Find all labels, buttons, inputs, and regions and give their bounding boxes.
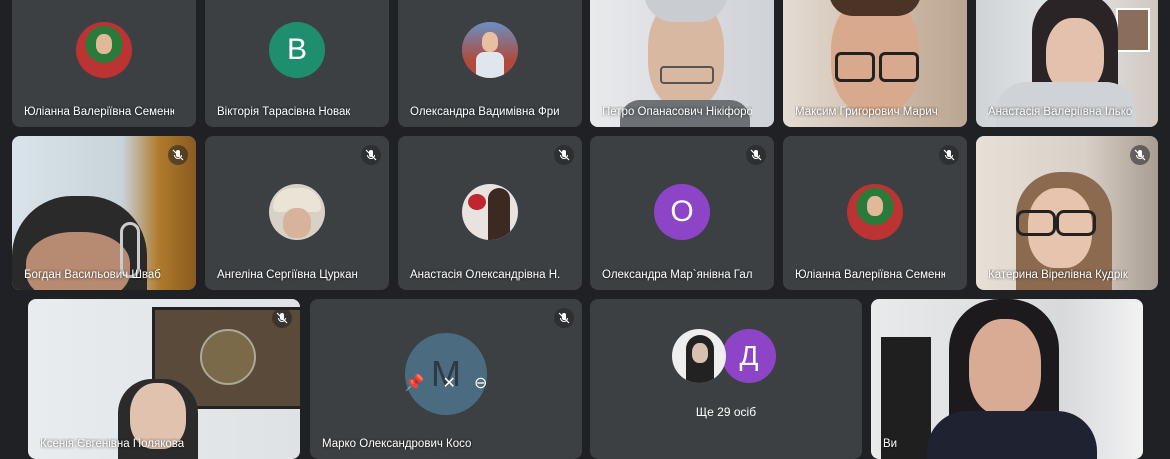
mic-off-icon: [272, 308, 292, 328]
participant-name: Ксенія Євгенівна Полякова: [40, 438, 185, 450]
participant-name: Олександра Вадимівна Фри...: [410, 106, 560, 118]
mic-off-icon[interactable]: ✕: [443, 373, 456, 393]
participant-name: Петро Опанасович Нікіфоров: [602, 106, 752, 118]
tile-hover-controls: 📌 ✕ ⊖: [405, 373, 488, 393]
participant-avatar: [462, 184, 518, 240]
mic-off-icon: [554, 308, 574, 328]
participant-name: Юліанна Валеріївна Семенюк: [24, 106, 174, 118]
participant-avatar: О: [654, 184, 710, 240]
participant-name: Анастасія Олександрівна Н...: [410, 269, 560, 281]
participant-tile[interactable]: Максим Григорович Марич: [783, 0, 967, 127]
participant-avatar: В: [269, 22, 325, 78]
participant-tile[interactable]: Юліанна Валеріївна Семенюк: [12, 0, 196, 127]
participant-tile[interactable]: О Олександра Мар`янівна Галі...: [590, 136, 774, 290]
participant-name: Максим Григорович Марич: [795, 106, 938, 118]
participant-tile[interactable]: М 📌 ✕ ⊖ Марко Олександрович Косован: [310, 299, 582, 459]
participant-name: Юліанна Валеріївна Семенюк: [795, 269, 945, 281]
mic-off-icon: [1130, 145, 1150, 165]
participant-name: Олександра Мар`янівна Галі...: [602, 269, 752, 281]
mic-off-icon: [361, 145, 381, 165]
participant-tile[interactable]: Анастасія Валеріївна Ілько: [976, 0, 1158, 127]
mic-off-icon: [554, 145, 574, 165]
mic-off-icon: [939, 145, 959, 165]
participant-name: Марко Олександрович Косован: [322, 438, 472, 450]
participant-tile[interactable]: Богдан Васильович Шваб: [12, 136, 196, 290]
more-participants-label: Ще 29 осіб: [695, 405, 757, 419]
participant-tile[interactable]: Ксенія Євгенівна Полякова: [28, 299, 300, 459]
more-participants-avatars: Д: [590, 329, 862, 383]
participant-name: Ангеліна Сергіївна Цуркан: [217, 269, 358, 281]
participant-avatar: [76, 22, 132, 78]
participant-tile[interactable]: В Вікторія Тарасівна Новак: [205, 0, 389, 127]
participant-avatar: [269, 184, 325, 240]
participant-tile[interactable]: Олександра Вадимівна Фри...: [398, 0, 582, 127]
participant-tile[interactable]: Катерина Вірелівна Кудрік: [976, 136, 1158, 290]
participant-avatar: Д: [722, 329, 776, 383]
participant-tile[interactable]: Ангеліна Сергіївна Цуркан: [205, 136, 389, 290]
participant-name: Ви: [883, 438, 898, 450]
participant-avatar: [847, 184, 903, 240]
remove-icon[interactable]: ⊖: [474, 373, 487, 393]
mic-off-icon: [746, 145, 766, 165]
participant-tile-speaking[interactable]: Петро Опанасович Нікіфоров: [590, 0, 774, 127]
self-view-tile[interactable]: Ви: [871, 299, 1143, 459]
mic-off-icon: [168, 145, 188, 165]
more-participants-tile[interactable]: Д Ще 29 осіб: [590, 299, 862, 459]
participant-name: Анастасія Валеріївна Ілько: [988, 106, 1133, 118]
participant-video: [28, 299, 300, 459]
participant-video: [871, 299, 1143, 459]
pin-icon[interactable]: 📌: [405, 373, 425, 393]
participant-name: Богдан Васильович Шваб: [24, 269, 161, 281]
participant-tile[interactable]: Анастасія Олександрівна Н...: [398, 136, 582, 290]
participant-name: Катерина Вірелівна Кудрік: [988, 269, 1128, 281]
participant-avatar: [672, 329, 726, 383]
participant-name: Вікторія Тарасівна Новак: [217, 106, 351, 118]
participant-avatar: [462, 22, 518, 78]
participant-tile[interactable]: Юліанна Валеріївна Семенюк: [783, 136, 967, 290]
